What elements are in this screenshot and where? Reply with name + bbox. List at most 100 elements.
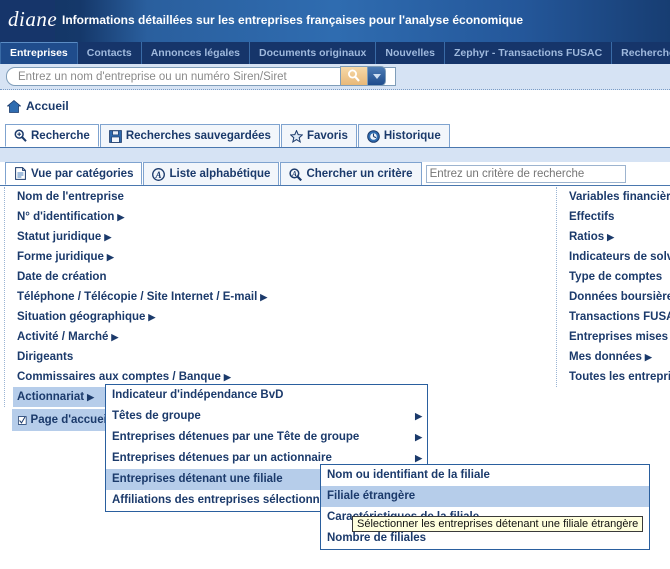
sub-tabs-row: Vue par catégories A Liste alphabétique A Ch…	[0, 162, 670, 186]
menu2-label: Filiale étrangère	[327, 490, 416, 502]
sub-tab-label: Chercher un critère	[306, 168, 413, 180]
criteria-right-item[interactable]: Mes données ▶	[565, 347, 670, 367]
sub-tab-label: Liste alphabétique	[169, 168, 271, 180]
criteria-right-item[interactable]: Entreprises mises à jour	[565, 327, 670, 347]
sub-tabs-container: Vue par catégories A Liste alphabétique A Ch…	[0, 162, 670, 185]
chevron-right-icon: ▶	[106, 252, 114, 262]
search-input[interactable]	[16, 69, 346, 84]
nav-tab-recherche[interactable]: Recherche	[5, 124, 99, 147]
criteria-right-item[interactable]: Données boursières	[565, 287, 670, 307]
criteria-left-label: Dirigeants	[17, 351, 74, 363]
criteria-right-label: Ratios	[569, 231, 605, 243]
nav-tab-historique[interactable]: Historique	[357, 124, 450, 147]
menu1-label: Affiliations des entreprises sélectionné…	[112, 494, 339, 506]
criteria-right-item[interactable]: Ratios ▶	[565, 227, 670, 247]
criteria-column-right: Variables financièresEffectifsRatios▶Ind…	[556, 187, 670, 387]
filiale-submenu: Nom ou identifiant de la filiale Filiale …	[320, 464, 650, 550]
criteria-right-label: Mes données	[569, 351, 642, 363]
main-tab-zephyr-transactions-fusac[interactable]: Zephyr - Transactions FUSAC	[445, 42, 613, 64]
magnifier-icon	[348, 69, 360, 82]
criteria-right-label: Indicateurs de solvabilité	[569, 251, 670, 263]
criteria-left-item[interactable]: Statut juridique ▶	[13, 227, 304, 247]
sub-tab-chercher-un-crit-re[interactable]: A Chercher un critère	[280, 162, 422, 185]
search-submit-button[interactable]	[340, 66, 368, 86]
chevron-right-icon: ▶	[87, 392, 95, 402]
main-tab-nouvelles[interactable]: Nouvelles	[376, 42, 445, 64]
chevron-right-icon: ▶	[415, 432, 422, 442]
chevron-right-icon: ▶	[223, 372, 231, 382]
nav-tab-label: Favoris	[306, 130, 348, 142]
nav-tab-label: Recherches sauvegardées	[125, 130, 271, 142]
main-tab-documents-originaux[interactable]: Documents originaux	[250, 42, 377, 64]
app-tagline: Informations détaillées sur les entrepri…	[62, 13, 524, 27]
magnifier-a-icon: A	[289, 167, 303, 181]
quick-search-box[interactable]	[6, 67, 396, 86]
criteria-left-label: N° d'identification	[17, 211, 115, 223]
menu1-item[interactable]: Entreprises détenues par une Tête de gro…	[106, 427, 427, 448]
nav-tab-label: Recherche	[31, 129, 90, 142]
criteria-right-label: Données boursières	[569, 291, 670, 303]
circled-a-icon: A	[152, 167, 166, 181]
criteria-left-item[interactable]: N° d'identification ▶	[13, 207, 304, 227]
criteria-left-item[interactable]: Activité / Marché ▶	[13, 327, 304, 347]
breadcrumb-label[interactable]: Accueil	[26, 99, 69, 113]
search-options-dropdown[interactable]	[368, 66, 386, 86]
menu1-item[interactable]: Têtes de groupe ▶	[106, 406, 427, 427]
criteria-right-item[interactable]: Effectifs	[565, 207, 670, 227]
criteria-left-item[interactable]: Date de création	[13, 267, 304, 287]
criteria-right-label: Variables financières	[569, 191, 670, 203]
criteria-left-item[interactable]: Dirigeants	[13, 347, 304, 367]
main-tab-entreprises[interactable]: Entreprises	[0, 42, 78, 64]
criteria-right-item[interactable]: Indicateurs de solvabilité	[565, 247, 670, 267]
criteria-left-item[interactable]: Téléphone / Télécopie / Site Internet / …	[13, 287, 304, 307]
criteria-left-label: Situation géographique	[17, 311, 146, 323]
menu2-item[interactable]: Filiale étrangère	[321, 486, 649, 507]
criteria-left-label: Actionnariat	[17, 391, 85, 403]
main-tab-label: Annonces légales	[150, 47, 240, 59]
clock-icon	[367, 129, 380, 143]
main-tab-label: Contacts	[86, 47, 132, 59]
criteria-left-item[interactable]: Forme juridique ▶	[13, 247, 304, 267]
criteria-left-item[interactable]: Situation géographique ▶	[13, 307, 304, 327]
tooltip: Sélectionner les entreprises détenant un…	[352, 516, 644, 532]
menu2-label: Nom ou identifiant de la filiale	[327, 469, 490, 481]
chevron-right-icon: ▶	[644, 352, 652, 362]
chevron-right-icon: ▶	[415, 411, 422, 421]
star-icon	[289, 129, 303, 143]
criteria-left-item[interactable]: Nom de l'entreprise	[13, 187, 304, 207]
breadcrumb: Accueil	[0, 95, 670, 117]
app-banner: diane Informations détaillées sur les en…	[0, 0, 670, 42]
criteria-right-item[interactable]: Variables financières	[565, 187, 670, 207]
nav-tabs-row: Recherche Recherches sauvegardées Favoris H…	[0, 124, 670, 148]
main-tab-annonces-l-gales[interactable]: Annonces légales	[142, 42, 250, 64]
criteria-right-item[interactable]: Toutes les entreprises	[565, 367, 670, 387]
sub-tab-vue-par-cat-gories[interactable]: Vue par catégories	[5, 162, 143, 185]
menu1-item[interactable]: Indicateur d'indépendance BvD	[106, 385, 427, 406]
criteria-left-label: Date de création	[17, 271, 107, 283]
sub-tab-liste-alphab-tique[interactable]: A Liste alphabétique	[143, 162, 280, 185]
main-tab-contacts[interactable]: Contacts	[78, 42, 142, 64]
main-tab-recherche-sect[interactable]: Recherche sect	[612, 42, 670, 64]
svg-text:A: A	[292, 170, 298, 178]
nav-tabs-container: Recherche Recherches sauvegardées Favoris H…	[0, 124, 670, 147]
nav-tab-recherches-sauvegard-es[interactable]: Recherches sauvegardées	[99, 124, 280, 147]
criteria-left-label: Forme juridique	[17, 251, 104, 263]
criteria-right-item[interactable]: Transactions FUSAC	[565, 307, 670, 327]
criteria-column-left: Nom de l'entreprise N° d'identification ▶ S…	[4, 187, 304, 407]
criteria-right-label: Transactions FUSAC	[569, 311, 670, 323]
menu2-item[interactable]: Nom ou identifiant de la filiale	[321, 465, 649, 486]
main-tab-label: Documents originaux	[259, 47, 367, 59]
magnifier-plus-icon	[14, 129, 27, 142]
criteria-right-item[interactable]: Type de comptes	[565, 267, 670, 287]
chevron-right-icon: ▶	[260, 292, 268, 302]
chevron-right-icon: ▶	[117, 212, 125, 222]
checked-checkbox-icon[interactable]	[18, 415, 27, 426]
page-accueil-row[interactable]: Page d'accueil	[12, 409, 110, 431]
caret-down-icon	[372, 73, 381, 79]
nav-tab-favoris[interactable]: Favoris	[280, 124, 357, 147]
nav-separator-band	[0, 148, 670, 162]
home-icon	[7, 99, 21, 113]
criteria-right-label: Effectifs	[569, 211, 615, 223]
sub-tab-label: Vue par catégories	[31, 167, 134, 180]
criteria-search-input[interactable]	[425, 164, 626, 183]
